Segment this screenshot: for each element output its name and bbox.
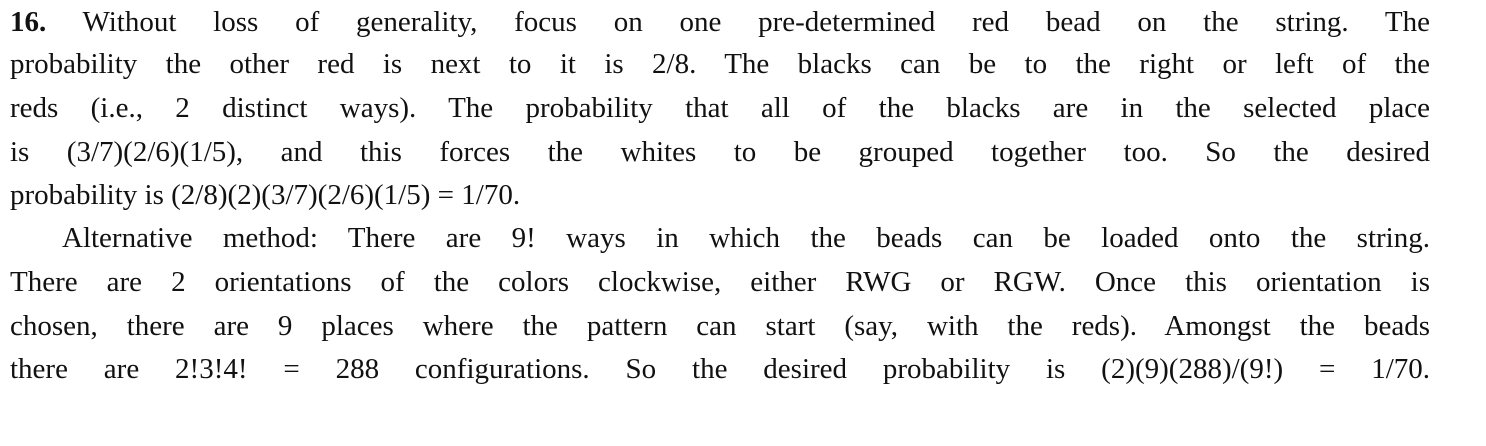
- paragraph-2-line-3: chosen, there are 9 places where the pat…: [10, 310, 1430, 342]
- paragraph-2-line-2: There are 2 orientations of the colors c…: [10, 266, 1430, 298]
- problem-number: 16.: [10, 6, 47, 38]
- paragraph-2-line-1: Alternative method: There are 9! ways in…: [62, 222, 1430, 254]
- paragraph-1-line-5: probability is (2/8)(2)(3/7)(2/6)(1/5) =…: [10, 179, 521, 211]
- paragraph-2-line-4: there are 2!3!4! = 288 configurations. S…: [10, 353, 1430, 385]
- paragraph-1-line-2: probability the other red is next to it …: [10, 48, 1430, 80]
- paragraph-1-line-3: reds (i.e., 2 distinct ways). The probab…: [10, 92, 1430, 124]
- paragraph-1-line-1: 16. Without loss of generality, focus on…: [10, 0, 1430, 44]
- paragraph-1-line-4: is (3/7)(2/6)(1/5), and this forces the …: [10, 136, 1430, 168]
- line-text: Without loss of generality, focus on one…: [46, 6, 1431, 38]
